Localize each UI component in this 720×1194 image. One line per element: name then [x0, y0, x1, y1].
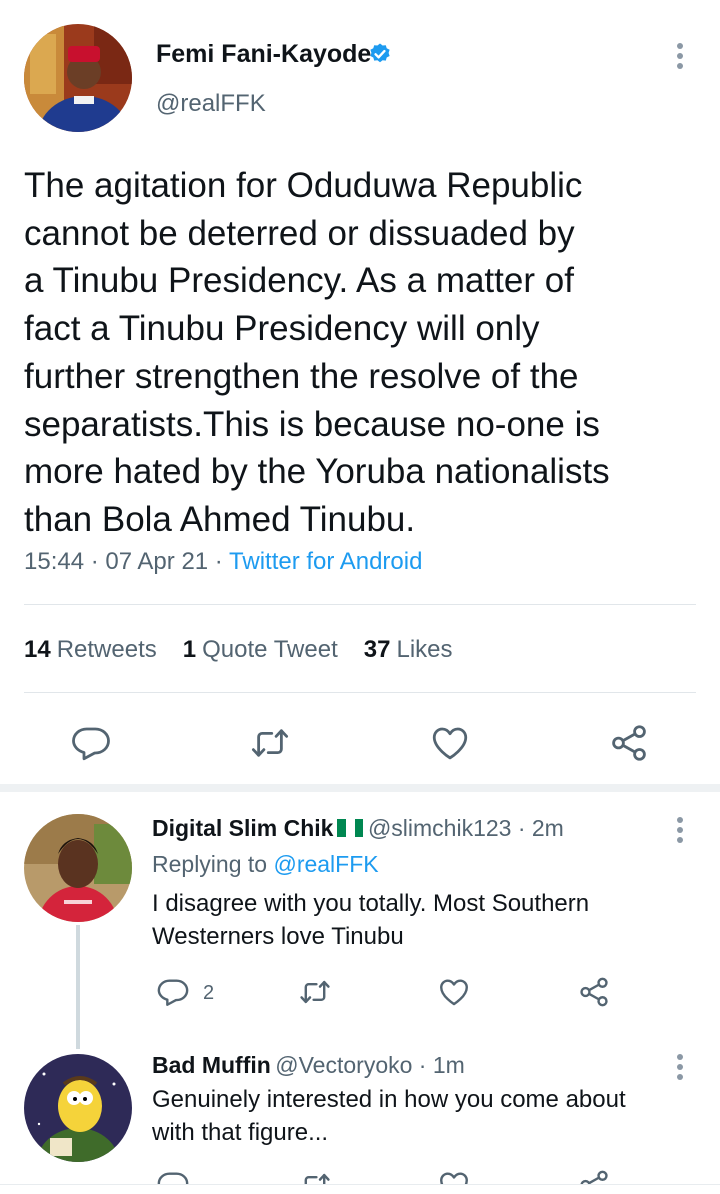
tweet-timestamp: 15:44 · 07 Apr 21 ·: [24, 548, 230, 575]
divider: [24, 692, 696, 693]
reply-avatar[interactable]: [24, 814, 132, 922]
reply-author-name[interactable]: Bad Muffin: [152, 1052, 271, 1078]
reply-icon[interactable]: [70, 722, 112, 764]
reply-author-name[interactable]: Digital Slim Chik: [152, 815, 333, 841]
author-avatar[interactable]: [24, 24, 132, 132]
reply-header: Bad Muffin @Vectoryoko · 1m: [152, 1052, 465, 1079]
reply-text: I disagree with you totally. Most Southe…: [152, 890, 590, 950]
share-icon[interactable]: [577, 975, 611, 1009]
reply-header: Digital Slim Chik @slimchik123 · 2m: [152, 815, 564, 842]
tweet-text: The agitation for Oduduwa Republic canno…: [24, 166, 610, 539]
reply-more-options-icon[interactable]: [673, 1051, 687, 1083]
reply-more-options-icon[interactable]: [673, 814, 687, 846]
tweet-meta: 15:44 · 07 Apr 21 · Twitter for Android: [24, 548, 422, 576]
reply-text: Genuinely interested in how you come abo…: [152, 1086, 626, 1146]
bottom-edge: [0, 1184, 720, 1194]
section-separator: [0, 784, 720, 792]
divider: [24, 604, 696, 605]
reply-avatar[interactable]: [24, 1054, 132, 1162]
tweet-stats: 14 Retweets 1 Quote Tweet 37 Likes: [24, 636, 453, 664]
retweets-stat[interactable]: 14 Retweets: [24, 636, 157, 664]
replying-to-mention[interactable]: @realFFK: [273, 851, 378, 877]
likes-stat[interactable]: 37 Likes: [364, 636, 453, 664]
reply-author-handle[interactable]: @slimchik123 · 2m: [368, 815, 564, 841]
author-name[interactable]: Femi Fani-Kayode: [156, 40, 371, 69]
share-icon[interactable]: [608, 722, 650, 764]
verified-badge-icon: [368, 42, 392, 66]
tweet-source-link[interactable]: Twitter for Android: [229, 548, 422, 575]
reply-author-handle[interactable]: @Vectoryoko · 1m: [275, 1052, 465, 1078]
reply-count: 2: [203, 982, 215, 1004]
quote-tweets-stat[interactable]: 1 Quote Tweet: [183, 636, 338, 664]
retweet-icon[interactable]: [249, 722, 291, 764]
more-options-icon[interactable]: [673, 40, 687, 72]
like-icon[interactable]: [429, 722, 471, 764]
retweet-icon[interactable]: [298, 975, 332, 1009]
thread-line: [76, 925, 80, 1049]
author-handle[interactable]: @realFFK: [156, 90, 266, 118]
reply-icon[interactable]: [156, 975, 190, 1009]
nigeria-flag-icon: [337, 819, 364, 837]
replying-to: Replying to @realFFK: [152, 851, 379, 877]
like-icon[interactable]: [437, 975, 471, 1009]
